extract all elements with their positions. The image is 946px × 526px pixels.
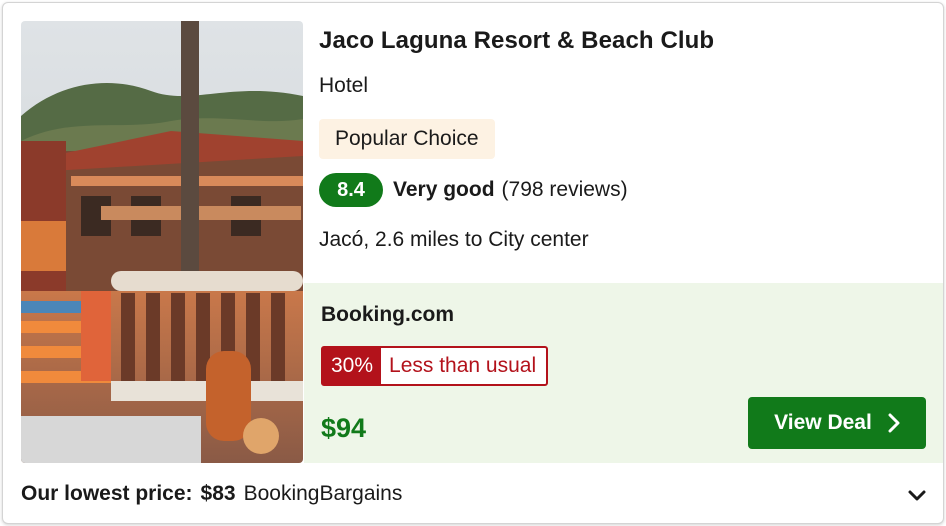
hotel-info: Jaco Laguna Resort & Beach Club Hotel Po… — [319, 21, 929, 255]
chevron-down-icon[interactable] — [907, 485, 927, 509]
view-deal-button[interactable]: View Deal — [748, 397, 926, 449]
hotel-photo-image — [21, 21, 303, 463]
review-count[interactable]: (798 reviews) — [502, 178, 628, 202]
rating-word: Very good — [393, 178, 495, 201]
deal-price: $94 — [321, 413, 367, 443]
deal-panel[interactable]: Booking.com 30% Less than usual $94 View… — [304, 283, 943, 463]
chevron-right-icon — [888, 413, 900, 433]
review-score: 8.4 — [319, 173, 383, 207]
hotel-result-card[interactable]: Jaco Laguna Resort & Beach Club Hotel Po… — [2, 2, 944, 524]
view-deal-label: View Deal — [774, 411, 872, 434]
discount-percent: 30% — [323, 348, 382, 384]
discount-text: Less than usual — [389, 354, 537, 377]
lowest-price-vendor: BookingBargains — [243, 482, 403, 505]
popular-choice-badge: Popular Choice — [319, 119, 495, 159]
lowest-price-amount: $83 — [200, 482, 236, 505]
lowest-price-row[interactable]: Our lowest price: $83 BookingBargains — [3, 463, 943, 523]
hotel-photo[interactable] — [21, 21, 303, 463]
deal-provider: Booking.com — [321, 303, 455, 326]
discount-badge: 30% Less than usual — [321, 346, 549, 386]
hotel-location: Jacó, 2.6 miles to City center — [319, 228, 589, 251]
rating-row: 8.4 Very good (798 reviews) — [319, 171, 929, 209]
lowest-price-label: Our lowest price: — [21, 482, 193, 505]
hotel-type: Hotel — [319, 74, 369, 97]
hotel-name[interactable]: Jaco Laguna Resort & Beach Club — [319, 21, 929, 61]
